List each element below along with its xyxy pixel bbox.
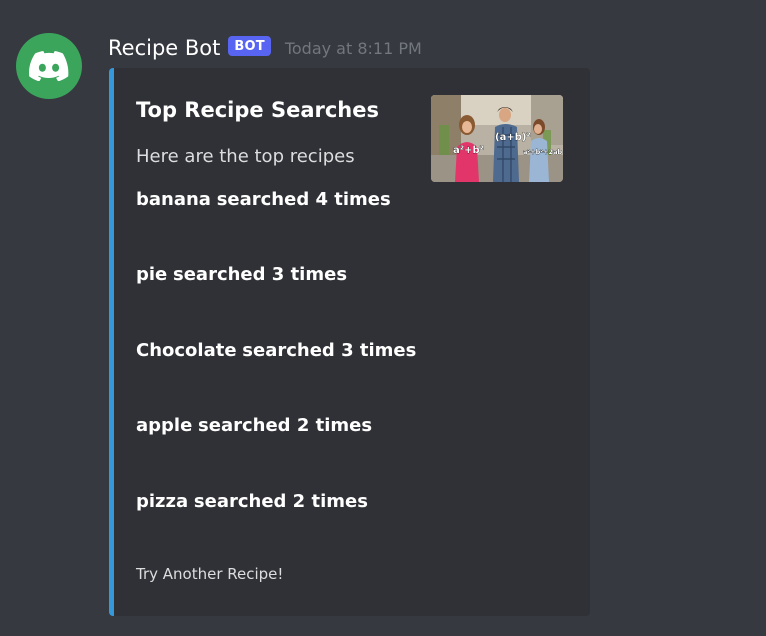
bot-avatar[interactable]: [16, 33, 82, 99]
rich-embed: Top Recipe Searches Here are the top rec…: [109, 68, 590, 616]
field-name: banana: [136, 189, 211, 210]
thumbnail-label: a²+b²: [453, 145, 484, 156]
embed-footer: Try Another Recipe!: [136, 565, 284, 583]
message-header: Recipe Bot BOT Today at 8:11 PM: [108, 33, 422, 63]
thumbnail-label: a²+b²+2ab: [523, 148, 563, 156]
field-name: pizza: [136, 491, 189, 512]
field-value: searched 3 times: [173, 264, 348, 285]
embed-title: Top Recipe Searches: [136, 98, 379, 122]
field-name: apple: [136, 415, 193, 436]
embed-field: pie searched 3 times: [136, 264, 347, 285]
message-timestamp: Today at 8:11 PM: [284, 38, 422, 58]
embed-field: apple searched 2 times: [136, 415, 372, 436]
field-value: searched 4 times: [216, 189, 391, 210]
field-name: Chocolate: [136, 340, 237, 361]
username[interactable]: Recipe Bot: [108, 36, 220, 60]
field-value: searched 2 times: [193, 491, 368, 512]
discord-logo-icon: [29, 51, 69, 81]
field-value: searched 3 times: [242, 340, 417, 361]
field-value: searched 2 times: [198, 415, 373, 436]
embed-field: banana searched 4 times: [136, 189, 391, 210]
embed-field: Chocolate searched 3 times: [136, 340, 416, 361]
embed-field: pizza searched 2 times: [136, 491, 368, 512]
embed-description: Here are the top recipes: [136, 146, 355, 167]
bot-tag-badge: BOT: [228, 36, 271, 56]
thumbnail-label: (a+b)²: [495, 132, 531, 143]
field-name: pie: [136, 264, 168, 285]
embed-thumbnail[interactable]: a²+b² (a+b)² a²+b²+2ab: [431, 95, 563, 182]
meme-thumbnail-image: a²+b² (a+b)² a²+b²+2ab: [431, 95, 563, 182]
chat-message: Recipe Bot BOT Today at 8:11 PM Top Reci…: [0, 0, 766, 636]
